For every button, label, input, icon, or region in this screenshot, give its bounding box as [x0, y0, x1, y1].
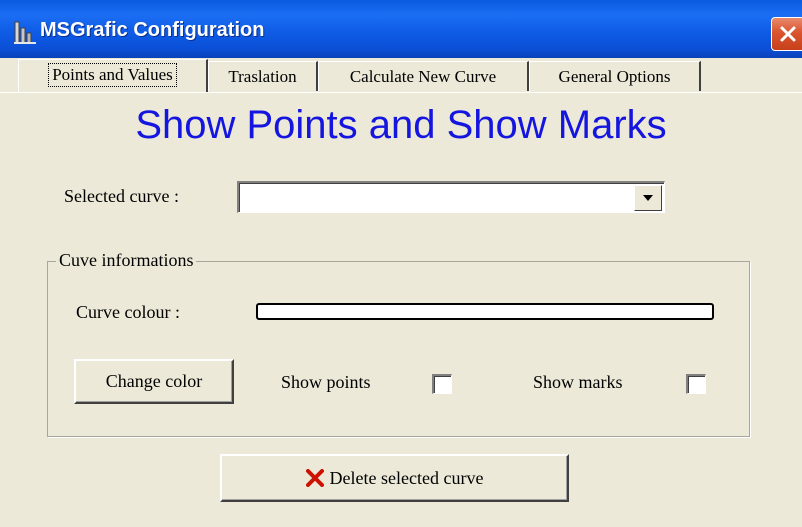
delete-selected-curve-button[interactable]: Delete selected curve — [220, 454, 569, 502]
tab-label: Points and Values — [48, 63, 177, 87]
curve-colour-swatch — [256, 303, 714, 320]
delete-button-label: Delete selected curve — [329, 468, 484, 488]
change-color-button[interactable]: Change color — [74, 359, 234, 404]
dropdown-arrow-icon — [643, 195, 653, 201]
dropdown-button[interactable] — [634, 185, 662, 211]
show-marks-label: Show marks — [533, 372, 623, 392]
show-points-label: Show points — [281, 372, 371, 392]
curve-colour-label: Curve colour : — [76, 302, 180, 322]
curve-info-group — [47, 261, 750, 437]
tab-calculate-new-curve[interactable]: Calculate New Curve — [318, 61, 529, 91]
tab-traslation[interactable]: Traslation — [208, 61, 318, 91]
tab-strip: Points and Values Traslation Calculate N… — [0, 58, 802, 92]
msgrafic-config-window: MSGrafic Configuration Points and Values… — [0, 0, 802, 527]
selected-curve-label: Selected curve : — [64, 186, 179, 206]
page-heading: Show Points and Show Marks — [135, 103, 667, 147]
tab-points-and-values[interactable]: Points and Values — [18, 59, 208, 92]
show-marks-checkbox[interactable] — [686, 374, 706, 394]
window-title: MSGrafic Configuration — [40, 19, 265, 41]
close-button[interactable] — [771, 17, 802, 51]
tab-general-options[interactable]: General Options — [529, 61, 701, 91]
red-x-icon — [305, 468, 324, 487]
tab-panel-border — [0, 92, 802, 93]
tab-label: Traslation — [228, 67, 297, 86]
selected-curve-dropdown[interactable] — [237, 181, 665, 213]
tab-label: General Options — [558, 67, 671, 86]
bar-chart-icon — [14, 20, 36, 44]
show-points-checkbox[interactable] — [432, 374, 452, 394]
close-icon — [780, 26, 796, 42]
group-title: Cuve informations — [56, 250, 197, 271]
title-bar[interactable]: MSGrafic Configuration — [0, 0, 802, 58]
tab-label: Calculate New Curve — [349, 67, 497, 86]
